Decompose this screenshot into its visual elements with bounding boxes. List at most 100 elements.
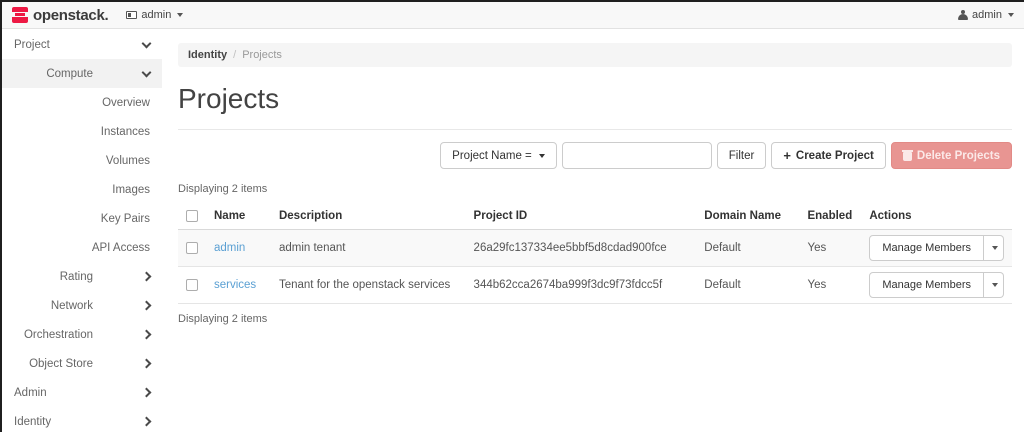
sidebar-item-label: Overview [102,96,150,109]
project-link[interactable]: admin [214,242,245,254]
row-select-cell [178,229,206,267]
enabled-cell: Yes [799,229,862,267]
project-description-cell: Tenant for the openstack services [270,266,466,304]
table-header-row: Name Description Project ID Domain Name … [178,203,1012,230]
sidebar-item-overview[interactable]: Overview [2,88,162,117]
column-header-project-id[interactable]: Project ID [465,203,697,230]
sidebar-item-label: Rating [59,270,93,283]
page-title: Projects [178,83,280,114]
breadcrumb-parent[interactable]: Identity [188,49,227,61]
column-header-domain-name[interactable]: Domain Name [696,203,800,230]
project-id-cell: 26a29fc137334ee5bbf5d8cdad900fce [465,229,697,267]
sidebar-item-compute[interactable]: Compute [2,59,162,88]
openstack-logo[interactable]: openstack. [12,6,109,24]
chevron-down-icon [991,283,998,287]
select-all-header [178,203,206,230]
sidebar-item-label: Project [14,38,50,51]
sidebar-item-label: Images [112,183,150,196]
sidebar-item-instances[interactable]: Instances [2,117,162,146]
chevron-right-icon [141,387,152,398]
plus-icon: + [783,148,791,163]
filter-input[interactable] [561,142,712,169]
sidebar-item-label: Volumes [105,154,150,167]
chevron-down-icon [141,67,152,77]
filter-button-label: Filter [728,149,755,162]
sidebar-item-api-access[interactable]: API Access [2,233,162,262]
chevron-right-icon [141,271,152,282]
sidebar-item-rating[interactable]: Rating [2,262,162,291]
project-switcher-icon [126,11,138,19]
filter-button[interactable]: Filter [716,142,767,169]
breadcrumb-separator: / [233,49,237,61]
sidebar-item-label: Compute [46,67,93,80]
chevron-right-icon [141,416,152,427]
table-row: services Tenant for the openstack servic… [178,266,1012,304]
main-content: Identity / Projects Projects Project Nam… [162,29,1024,432]
projects-table: Name Description Project ID Domain Name … [178,203,1012,304]
domain-name-cell: Default [696,266,800,304]
row-actions-split-button: Manage Members [869,235,1004,261]
sidebar-item-label: Admin [14,386,47,399]
row-actions-dropdown-toggle[interactable] [984,235,1004,261]
create-project-button[interactable]: + Create Project [771,142,886,169]
top-navbar: openstack. admin admin [2,2,1024,29]
column-header-name[interactable]: Name [206,203,271,230]
column-header-description[interactable]: Description [270,203,466,230]
sidebar-item-label: Orchestration [23,328,93,341]
manage-members-button[interactable]: Manage Members [869,272,984,298]
sidebar-item-admin[interactable]: Admin [2,378,162,407]
chevron-down-icon [177,13,184,17]
user-menu[interactable]: admin [958,9,1014,21]
chevron-down-icon [538,153,545,158]
chevron-down-icon [141,38,152,48]
create-project-label: Create Project [795,149,874,162]
sidebar-item-label: API Access [91,241,150,254]
breadcrumb: Identity / Projects [178,43,1012,67]
sidebar-item-label: Identity [14,415,52,428]
chevron-right-icon [141,358,152,369]
trash-icon [901,150,913,161]
project-link[interactable]: services [214,279,256,291]
manage-members-button[interactable]: Manage Members [869,235,984,261]
project-name-cell: admin [206,229,271,267]
brand-text: openstack. [33,6,109,24]
title-divider [178,129,1012,130]
sidebar-item-label: Instances [100,125,150,138]
row-checkbox[interactable] [186,279,198,291]
domain-name-cell: Default [696,229,800,267]
chevron-right-icon [141,329,152,340]
sidebar-item-orchestration[interactable]: Orchestration [2,320,162,349]
sidebar-item-key-pairs[interactable]: Key Pairs [2,204,162,233]
sidebar-item-network[interactable]: Network [2,291,162,320]
row-actions-dropdown-toggle[interactable] [984,272,1004,298]
user-icon [958,10,969,20]
table-summary-bottom: Displaying 2 items [178,313,268,325]
column-header-enabled[interactable]: Enabled [799,203,862,230]
sidebar-item-volumes[interactable]: Volumes [2,146,162,175]
row-actions-split-button: Manage Members [869,272,1004,298]
project-id-cell: 344b62cca2674ba999f3dc9f73fdcc5f [465,266,697,304]
breadcrumb-current: Projects [242,49,282,61]
filter-field-dropdown[interactable]: Project Name = [440,142,557,169]
chevron-down-icon [1008,13,1014,17]
chevron-down-icon [991,246,998,250]
table-summary-top: Displaying 2 items [178,183,268,195]
openstack-logo-icon [12,7,28,23]
actions-cell: Manage Members [861,229,1012,267]
select-all-checkbox[interactable] [186,210,198,222]
sidebar-item-object-store[interactable]: Object Store [2,349,162,378]
delete-projects-button[interactable]: Delete Projects [890,142,1012,169]
row-select-cell [178,266,206,304]
user-menu-label: admin [972,9,1002,21]
table-actions-bar: Project Name = Filter + Create Project D… [178,142,1012,169]
row-checkbox[interactable] [186,242,198,254]
chevron-right-icon [141,300,152,311]
sidebar-item-identity[interactable]: Identity [2,407,162,432]
sidebar-item-project[interactable]: Project [2,30,162,59]
sidebar-item-label: Object Store [29,357,93,370]
enabled-cell: Yes [799,266,862,304]
sidebar-item-images[interactable]: Images [2,175,162,204]
filter-field-label: Project Name = [452,149,532,162]
project-description-cell: admin tenant [270,229,466,267]
project-context-switcher[interactable]: admin [126,9,184,21]
